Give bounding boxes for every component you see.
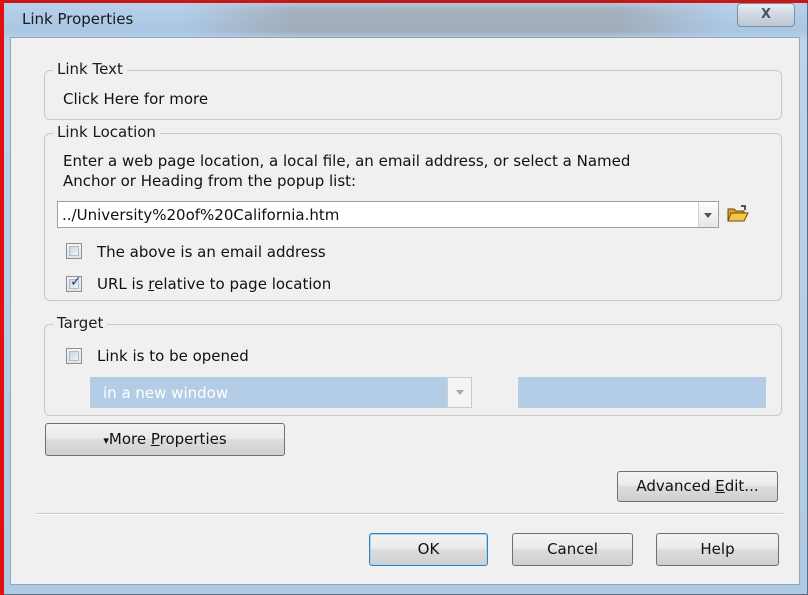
label-part: URL is <box>97 275 149 293</box>
link-text-value[interactable]: Click Here for more <box>63 90 208 108</box>
advanced-edit-button[interactable]: Advanced Edit... <box>617 471 778 502</box>
close-button[interactable]: X <box>737 3 795 27</box>
label-part: More <box>108 430 151 448</box>
open-link-checkbox-label: Link is to be opened <box>97 347 249 365</box>
more-properties-button[interactable]: ▾More Properties <box>45 423 285 456</box>
target-window-dropdown-button[interactable] <box>447 378 471 407</box>
ok-button[interactable]: OK <box>369 533 488 566</box>
chevron-down-icon <box>456 390 464 395</box>
relative-url-checkbox[interactable]: ✓ <box>66 274 82 292</box>
open-folder-icon[interactable] <box>727 205 749 223</box>
label-part: roperties <box>159 430 227 448</box>
email-checkbox-label: The above is an email address <box>97 243 326 261</box>
email-checkbox[interactable] <box>66 243 82 259</box>
url-dropdown-button[interactable] <box>698 202 718 227</box>
cancel-button[interactable]: Cancel <box>512 533 633 566</box>
dialog-client-area: Link Text Click Here for more Link Locat… <box>10 37 800 585</box>
target-legend: Target <box>53 314 108 332</box>
close-icon: X <box>760 7 772 22</box>
instruction-line-2: Anchor or Heading from the popup list: <box>63 172 357 190</box>
label-mnemonic: E <box>715 477 725 495</box>
link-location-legend: Link Location <box>53 123 160 141</box>
background-blur <box>185 5 725 35</box>
help-button[interactable]: Help <box>656 533 779 566</box>
instruction-line-1: Enter a web page location, a local file,… <box>63 152 631 170</box>
label-part: dit... <box>724 477 759 495</box>
url-combobox[interactable]: ../University%20of%20California.htm <box>57 201 719 228</box>
separator-highlight <box>37 514 783 515</box>
target-frame-field[interactable] <box>518 377 766 408</box>
window-title: Link Properties <box>22 10 134 28</box>
url-value[interactable]: ../University%20of%20California.htm <box>62 206 339 224</box>
checkmark-icon: ✓ <box>70 274 82 290</box>
label-part: elative to page location <box>154 275 332 293</box>
label-part: Advanced <box>636 477 716 495</box>
target-window-value: in a new window <box>103 384 229 402</box>
target-window-select[interactable]: in a new window <box>90 377 472 408</box>
checkbox-fill <box>69 351 79 361</box>
chevron-down-icon <box>704 213 712 218</box>
label-mnemonic: P <box>150 430 160 448</box>
checkbox-fill <box>69 246 79 256</box>
background-edge-top <box>0 0 808 3</box>
background-edge-left <box>0 0 4 595</box>
relative-url-label: URL is relative to page location <box>97 275 331 293</box>
open-link-checkbox[interactable] <box>66 348 82 364</box>
link-text-legend: Link Text <box>53 60 127 78</box>
